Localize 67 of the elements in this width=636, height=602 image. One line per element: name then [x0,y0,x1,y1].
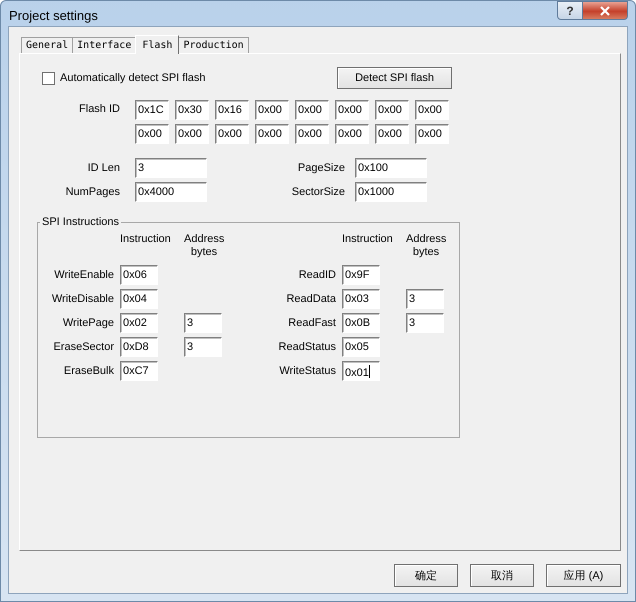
input-field[interactable]: 0x4000 [135,182,207,202]
group-title: SPI Instructions [41,216,120,228]
input-field[interactable]: 0x1C [135,100,169,120]
dialog-button[interactable]: 取消 [470,564,534,587]
input-field[interactable]: 0x00 [415,124,449,144]
input-field[interactable]: 0x1000 [355,182,427,202]
checkbox[interactable] [42,72,55,84]
tab[interactable]: General [21,37,74,53]
column-header: Instruction [342,233,393,246]
input-field[interactable]: 0x00 [135,124,169,144]
input-field[interactable]: 0x00 [295,124,329,144]
checkbox-label: Automatically detect SPI flash [60,72,206,84]
input-field[interactable]: 0x00 [335,100,369,120]
input-field[interactable]: 0x02 [120,313,158,333]
field-label: SectorSize [290,186,345,198]
field-label: PageSize [296,162,345,174]
input-field[interactable]: 0x9F [342,265,380,285]
input-field[interactable]: 0x01 [342,361,380,381]
input-field[interactable]: 0x00 [415,100,449,120]
close-button[interactable] [583,1,628,20]
field-label: Flash ID [78,103,120,117]
input-field[interactable]: 0x00 [255,100,289,120]
field-label: ReadFast [287,317,336,329]
input-field[interactable]: 3 [135,158,207,178]
field-label: WritePage [62,317,114,329]
input-field[interactable]: 0x04 [120,289,158,309]
field-label: ReadStatus [278,341,336,353]
column-header: Address bytes [184,233,224,259]
input-field[interactable]: 0x06 [120,265,158,285]
input-field[interactable]: 3 [406,289,444,309]
input-field[interactable]: 0x0B [342,313,380,333]
input-field[interactable]: 3 [184,337,222,357]
input-field[interactable]: 3 [406,313,444,333]
close-icon [599,6,611,16]
input-field[interactable]: 0x00 [375,124,409,144]
dialog-button[interactable]: 应用 (A) [546,564,621,587]
field-label: EraseSector [52,341,114,353]
column-header: Address bytes [406,233,446,259]
field-label: WriteEnable [53,269,114,281]
field-label: ID Len [86,162,120,174]
input-field[interactable]: 0x03 [342,289,380,309]
input-field[interactable]: 0x00 [175,124,209,144]
tab[interactable]: Production [178,37,249,53]
input-field[interactable]: 0x00 [215,124,249,144]
window-title: Project settings [9,8,98,23]
field-label: NumPages [64,186,120,198]
input-field[interactable]: 0x16 [215,100,249,120]
help-button[interactable]: ? [557,1,583,20]
input-field[interactable]: 0x00 [295,100,329,120]
input-field[interactable]: 0x100 [355,158,427,178]
input-field[interactable]: 0xC7 [120,361,158,381]
input-field[interactable]: 0x30 [175,100,209,120]
input-field[interactable]: 0x00 [375,100,409,120]
input-field[interactable]: 0x00 [255,124,289,144]
detect-button[interactable]: Detect SPI flash [337,67,452,89]
tab[interactable]: Flash [135,35,180,54]
input-field[interactable]: 3 [184,313,222,333]
input-field[interactable]: 0x00 [335,124,369,144]
column-header: Instruction [120,233,171,246]
input-field[interactable]: 0xD8 [120,337,158,357]
dialog-button[interactable]: 确定 [394,564,458,587]
input-field[interactable]: 0x05 [342,337,380,357]
field-label: ReadID [298,269,336,281]
field-label: ReadData [285,293,336,305]
field-label: WriteDisable [50,293,114,305]
field-label: EraseBulk [62,365,114,377]
field-label: WriteStatus [278,365,336,377]
